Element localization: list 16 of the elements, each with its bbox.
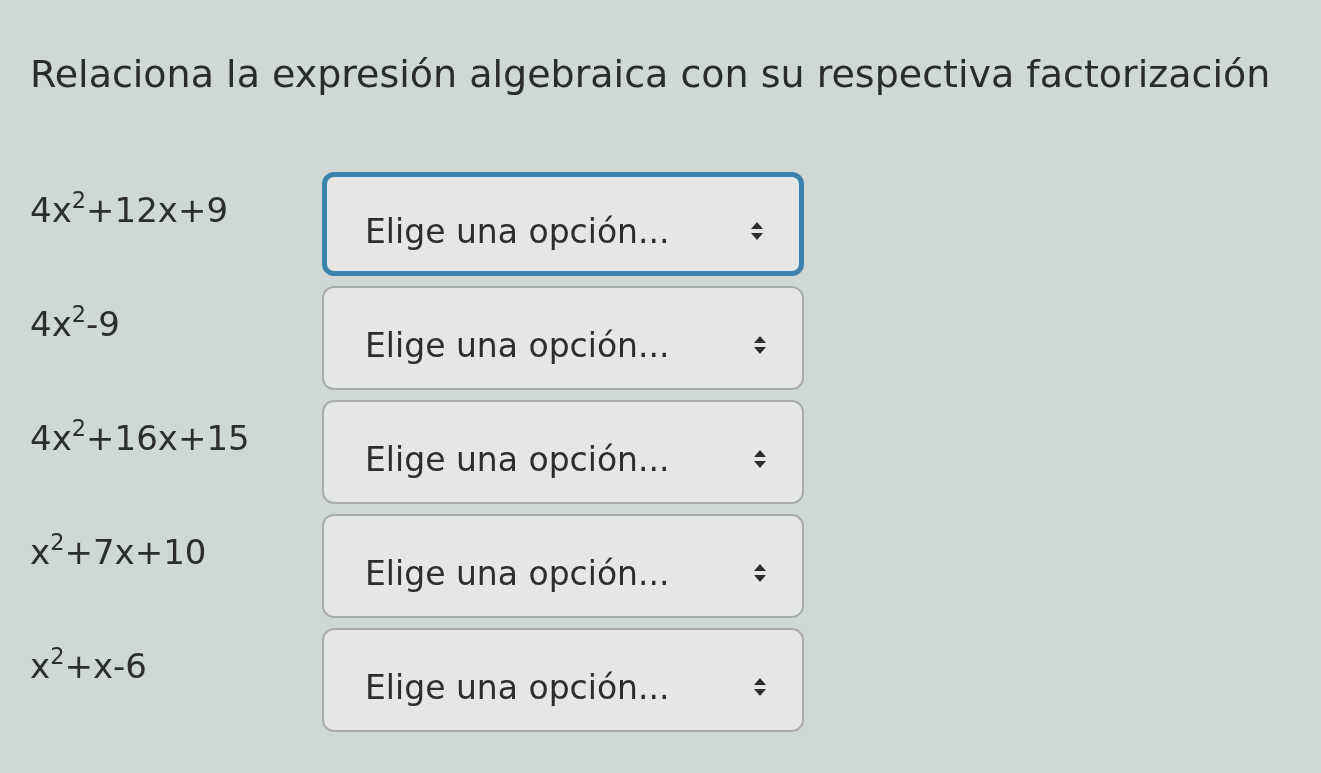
option-dropdown[interactable]: Elige una opción...	[322, 172, 804, 276]
up-down-arrows-icon	[754, 564, 766, 582]
algebraic-expression: x$^{2}$+x-6	[30, 644, 147, 688]
algebraic-expression: 4x$^{2}$-9	[30, 302, 120, 346]
option-dropdown[interactable]: Elige una opción...	[322, 400, 804, 504]
option-dropdown[interactable]: Elige una opción...	[322, 286, 804, 390]
algebraic-expression: 4x$^{2}$+12x+9	[30, 188, 229, 232]
up-down-arrows-icon	[751, 222, 763, 240]
algebraic-expression: 4x$^{2}$+16x+15	[30, 416, 250, 460]
instruction-heading: Relaciona la expresión algebraica con su respectiva factorización	[30, 51, 1271, 98]
up-down-arrows-icon	[754, 450, 766, 468]
algebraic-expression: x$^{2}$+7x+10	[30, 530, 207, 574]
up-down-arrows-icon	[754, 678, 766, 696]
option-dropdown[interactable]: Elige una opción...	[322, 514, 804, 618]
option-dropdown[interactable]: Elige una opción...	[322, 628, 804, 732]
up-down-arrows-icon	[754, 336, 766, 354]
